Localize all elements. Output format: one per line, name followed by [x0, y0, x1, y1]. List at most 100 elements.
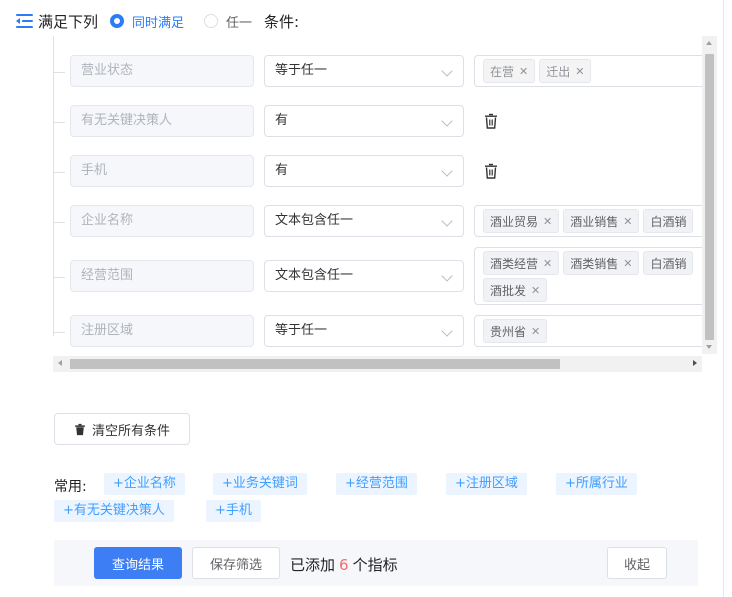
close-icon[interactable]: ✕	[543, 215, 552, 228]
tree-branch	[53, 315, 65, 333]
clear-all-label: 清空所有条件	[91, 423, 170, 439]
tag-text: 迁出	[546, 64, 571, 79]
scroll-down-icon[interactable]	[706, 345, 712, 349]
trash-icon[interactable]	[483, 113, 499, 129]
trash-icon	[75, 423, 85, 435]
header-suffix: 条件:	[264, 12, 300, 31]
common-chip-key-decision-maker[interactable]: +有无关键决策人	[54, 500, 174, 522]
chevron-down-icon	[441, 270, 453, 282]
tag-text: 酒类销售	[570, 256, 619, 271]
value-tag: 白酒销	[643, 209, 694, 233]
close-icon[interactable]: ✕	[543, 257, 552, 270]
chevron-down-icon	[441, 325, 453, 337]
chevron-down-icon	[441, 65, 453, 77]
condition-row: 有无关键决策人 有	[53, 105, 717, 139]
radio-match-any[interactable]: 任一	[204, 12, 252, 31]
close-icon[interactable]: ✕	[575, 65, 584, 78]
operator-value: 等于任一	[275, 63, 328, 78]
operator-value: 文本包含任一	[275, 268, 354, 283]
radio-match-all[interactable]: 同时满足	[110, 12, 184, 31]
tag-text: 酒业贸易	[490, 214, 539, 229]
condition-value-select[interactable]: 贵州省 ✕	[474, 315, 714, 347]
operator-value: 文本包含任一	[275, 213, 354, 228]
operator-value: 有	[275, 113, 289, 128]
operator-value: 等于任一	[275, 323, 328, 338]
clear-all-conditions-button[interactable]: 清空所有条件	[54, 413, 190, 445]
condition-operator-select[interactable]: 文本包含任一	[264, 205, 464, 237]
added-count: 6	[339, 556, 349, 574]
value-tag: 酒类经营 ✕	[483, 251, 560, 275]
tag-text: 白酒销	[650, 256, 687, 271]
value-tag: 酒业贸易 ✕	[483, 209, 560, 233]
tag-text: 贵州省	[490, 324, 527, 339]
condition-value-select[interactable]: 在营 ✕ 迁出 ✕	[474, 55, 714, 87]
value-tag: 贵州省 ✕	[483, 319, 548, 343]
common-chip-register-region[interactable]: +注册区域	[446, 473, 527, 495]
radio-dot-checked[interactable]	[110, 14, 125, 28]
condition-row: 营业状态 等于任一 在营 ✕ 迁出 ✕	[53, 55, 717, 89]
tag-text: 白酒销	[650, 214, 687, 229]
filter-panel: 满足下列 同时满足 任一 条件: 营业状态 等于任一 在营 ✕ 迁出 ✕ 有无关…	[0, 0, 724, 597]
condition-row: 手机 有	[53, 155, 717, 189]
value-tag: 酒批发 ✕	[483, 278, 548, 302]
collapse-button[interactable]: 收起	[607, 547, 667, 579]
value-tag: 在营 ✕	[483, 59, 536, 83]
save-filter-button[interactable]: 保存筛选	[192, 547, 280, 579]
added-count-text: 已添加 6 个指标	[290, 554, 398, 575]
common-chip-company-name[interactable]: +企业名称	[104, 473, 185, 495]
common-chip-business-scope[interactable]: +经营范围	[336, 473, 417, 495]
close-icon[interactable]: ✕	[531, 284, 540, 297]
condition-field-select[interactable]: 注册区域	[70, 315, 254, 347]
condition-field-select[interactable]: 企业名称	[70, 205, 254, 237]
condition-operator-select[interactable]: 有	[264, 155, 464, 187]
condition-value-select[interactable]: 酒业贸易 ✕ 酒业销售 ✕ 白酒销	[474, 205, 714, 237]
condition-row: 经营范围 文本包含任一 酒类经营 ✕ 酒类销售 ✕ 白酒销 酒批发 ✕	[53, 247, 717, 305]
tag-text: 酒类经营	[490, 256, 539, 271]
tree-branch	[53, 155, 65, 173]
trash-icon[interactable]	[483, 163, 499, 179]
vertical-scrollbar[interactable]	[702, 36, 717, 354]
tag-text: 酒批发	[490, 283, 527, 298]
horizontal-scroll-thumb[interactable]	[70, 359, 560, 369]
condition-operator-select[interactable]: 等于任一	[264, 55, 464, 87]
radio-dot-unchecked[interactable]	[204, 14, 219, 28]
chevron-down-icon	[441, 115, 453, 127]
close-icon[interactable]: ✕	[519, 65, 528, 78]
conditions-scroll-area: 营业状态 等于任一 在营 ✕ 迁出 ✕ 有无关键决策人 有 手机 有 企业名称 …	[53, 36, 717, 372]
tree-branch	[53, 105, 65, 123]
horizontal-scrollbar[interactable]	[53, 356, 702, 372]
close-icon[interactable]: ✕	[623, 215, 632, 228]
close-icon[interactable]: ✕	[531, 325, 540, 338]
radio-match-all-label: 同时满足	[132, 15, 185, 31]
close-icon[interactable]: ✕	[623, 257, 632, 270]
tag-text: 酒业销售	[570, 214, 619, 229]
scroll-up-icon[interactable]	[706, 41, 712, 45]
scroll-right-icon[interactable]	[693, 360, 697, 366]
condition-operator-select[interactable]: 文本包含任一	[264, 260, 464, 292]
common-chip-business-keyword[interactable]: +业务关键词	[213, 473, 307, 495]
query-results-button[interactable]: 查询结果	[94, 547, 182, 579]
condition-field-select[interactable]: 有无关键决策人	[70, 105, 254, 137]
condition-field-select[interactable]: 营业状态	[70, 55, 254, 87]
condition-value-select[interactable]: 酒类经营 ✕ 酒类销售 ✕ 白酒销 酒批发 ✕	[474, 247, 714, 305]
condition-field-select[interactable]: 手机	[70, 155, 254, 187]
condition-header: 满足下列 同时满足 任一 条件:	[14, 10, 299, 32]
scroll-left-icon[interactable]	[58, 360, 62, 366]
added-suffix: 个指标	[352, 556, 398, 574]
header-title: 满足下列	[38, 12, 99, 31]
common-chip-industry[interactable]: +所属行业	[556, 473, 637, 495]
chevron-down-icon	[441, 165, 453, 177]
condition-operator-select[interactable]: 等于任一	[264, 315, 464, 347]
added-prefix: 已添加	[290, 556, 336, 574]
indent-menu-icon[interactable]	[14, 12, 34, 30]
tree-branch	[53, 260, 65, 278]
condition-row: 注册区域 等于任一 贵州省 ✕	[53, 315, 717, 349]
footer-bar: 查询结果 保存筛选 已添加 6 个指标 收起	[54, 540, 698, 586]
value-tag: 酒类销售 ✕	[563, 251, 640, 275]
common-chip-mobile[interactable]: +手机	[206, 500, 261, 522]
condition-field-select[interactable]: 经营范围	[70, 260, 254, 292]
vertical-scroll-thumb[interactable]	[705, 54, 714, 340]
value-tag: 酒业销售 ✕	[563, 209, 640, 233]
condition-operator-select[interactable]: 有	[264, 105, 464, 137]
operator-value: 有	[275, 163, 289, 178]
